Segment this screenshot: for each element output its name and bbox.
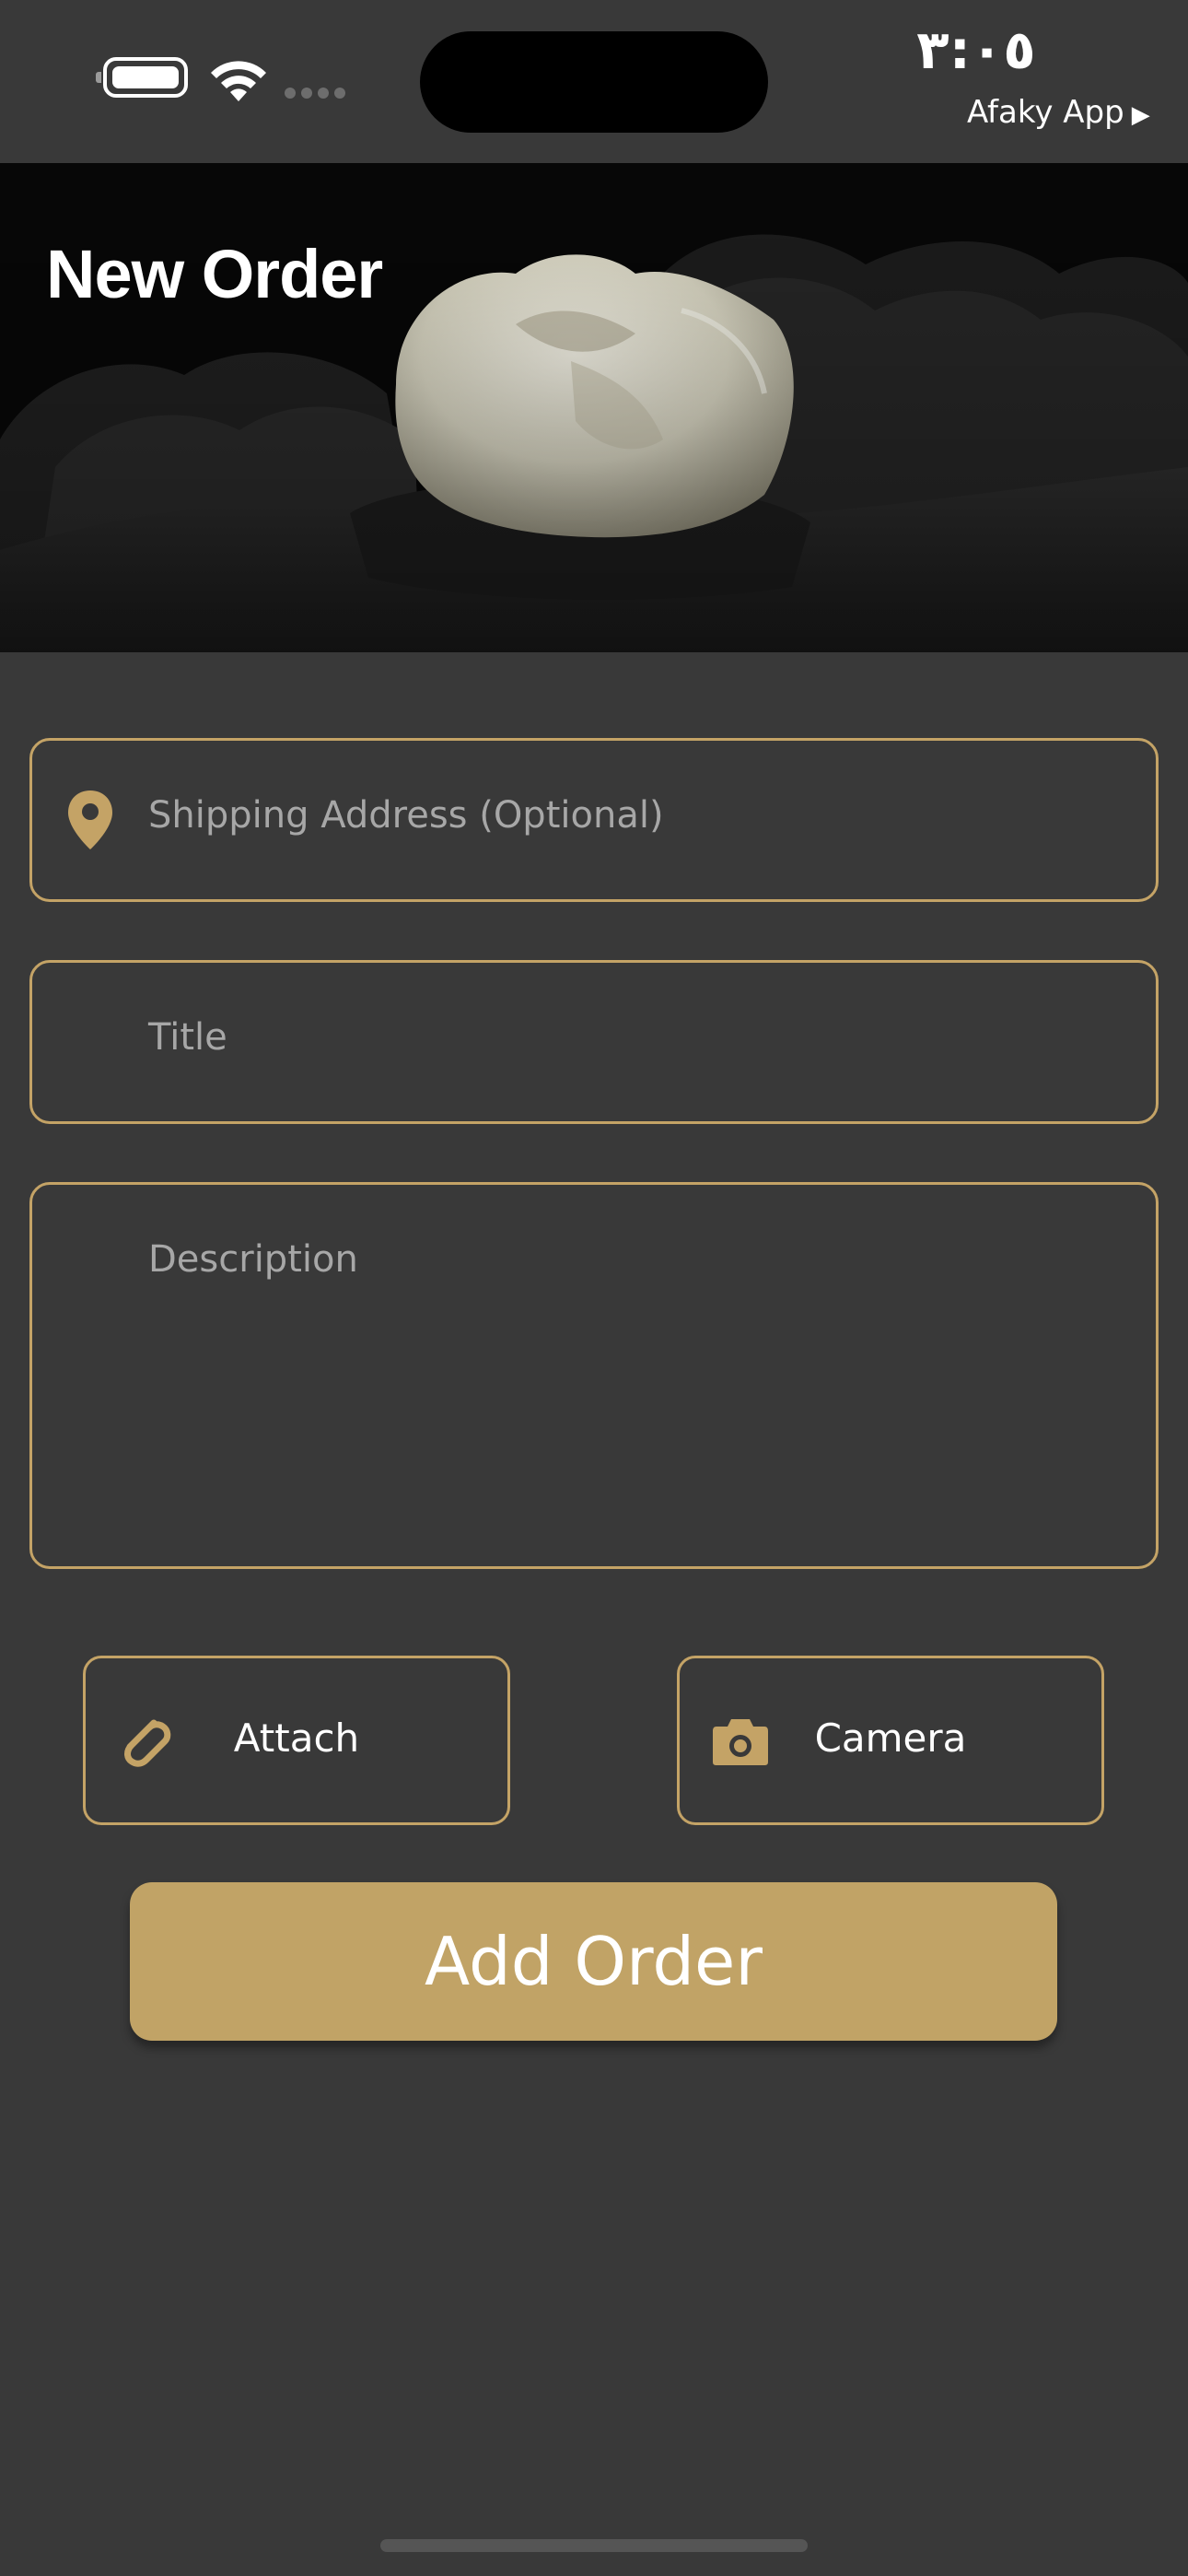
home-indicator [380, 2539, 808, 2552]
add-order-button[interactable]: Add Order [130, 1882, 1057, 2041]
description-placeholder: Description [148, 1238, 358, 1281]
title-placeholder: Title [148, 1016, 227, 1059]
location-pin-icon [68, 790, 112, 849]
page-title: New Order [46, 236, 383, 312]
header-banner: New Order [0, 163, 1188, 652]
camera-button[interactable]: Camera [677, 1656, 1104, 1825]
status-time: ٣:٠٥ [916, 18, 1036, 81]
title-field[interactable]: Title [29, 960, 1159, 1124]
wifi-icon [211, 61, 266, 101]
dynamic-island [420, 31, 768, 133]
back-app-label: Afaky App [967, 94, 1124, 131]
status-bar: ٣:٠٥ Afaky App ▶ [0, 0, 1188, 163]
shipping-address-placeholder: Shipping Address (Optional) [148, 794, 664, 837]
back-to-app-link[interactable]: Afaky App ▶ [967, 94, 1160, 135]
camera-label: Camera [814, 1715, 967, 1761]
play-arrow-icon: ▶ [1131, 101, 1150, 129]
cellular-signal-icon [285, 88, 345, 99]
attach-label: Attach [233, 1715, 360, 1761]
description-field[interactable]: Description [29, 1182, 1159, 1569]
shipping-address-field[interactable]: Shipping Address (Optional) [29, 738, 1159, 902]
battery-icon [96, 57, 188, 98]
attach-button[interactable]: Attach [83, 1656, 510, 1825]
